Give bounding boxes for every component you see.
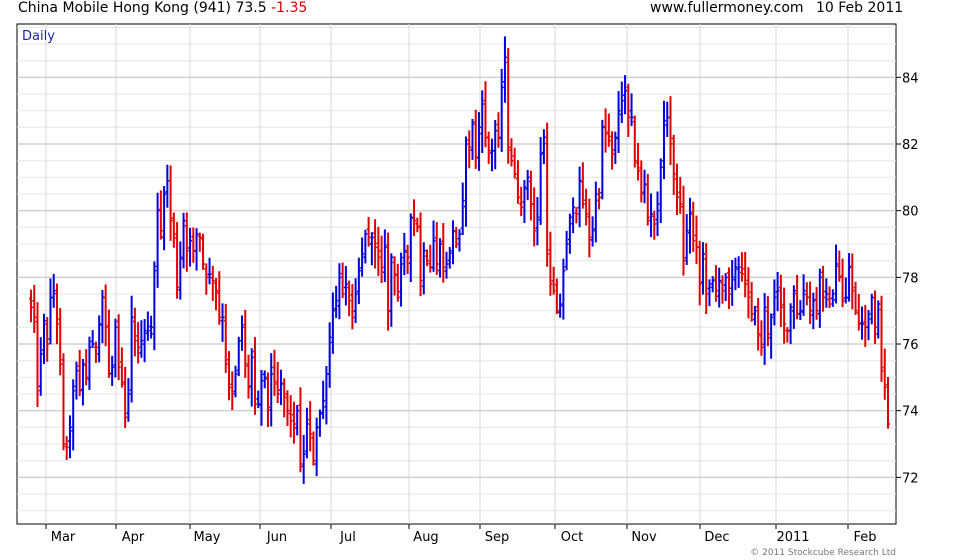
x-tick-label: Nov — [631, 530, 657, 545]
x-tick-label: Apr — [122, 530, 145, 545]
plot-area — [16, 23, 897, 525]
y-tick-label: 78 — [902, 271, 919, 286]
y-tick-label: 74 — [902, 405, 919, 420]
x-tick-label: 2011 — [776, 530, 809, 545]
y-tick-label: 72 — [902, 471, 919, 486]
x-tick-label: May — [194, 530, 221, 545]
y-tick-label: 82 — [902, 138, 919, 153]
x-tick-label: Oct — [561, 530, 583, 545]
x-axis: Mar Apr May Jun Jul Aug Sep Oct Nov Dec 2011 Feb — [45, 524, 877, 545]
copyright-notice: © 2011 Stockcube Research Ltd — [750, 548, 896, 558]
x-tick-label: Jun — [266, 530, 287, 545]
y-tick-label: 76 — [902, 338, 919, 353]
x-tick-label: Jul — [339, 530, 356, 545]
price-chart: 72 74 76 78 80 82 84 Mar Apr May Jun Jul Aug Sep Oct N… — [16, 23, 919, 545]
x-tick-label: Mar — [51, 530, 76, 545]
period-label: Daily — [22, 29, 55, 44]
y-tick-label: 80 — [902, 205, 919, 220]
x-tick-label: Sep — [485, 530, 510, 545]
y-axis: 72 74 76 78 80 82 84 — [896, 71, 919, 486]
y-tick-label: 84 — [902, 71, 919, 86]
x-tick-label: Feb — [853, 530, 876, 545]
x-tick-label: Aug — [413, 530, 438, 545]
x-tick-label: Dec — [704, 530, 729, 545]
